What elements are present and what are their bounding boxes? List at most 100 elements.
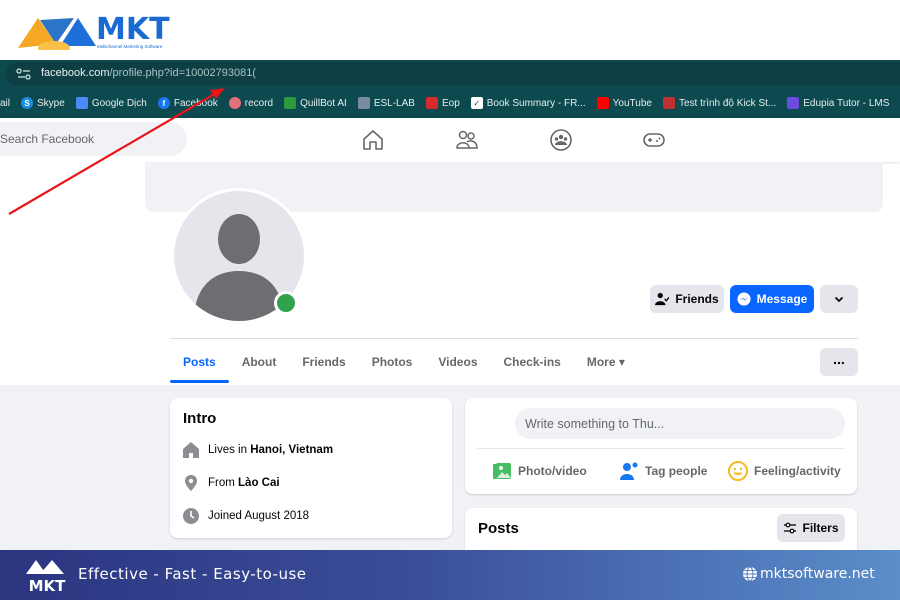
chevron-down-icon bbox=[834, 296, 844, 303]
posts-title: Posts bbox=[478, 520, 519, 537]
photo-video-label: Photo/video bbox=[518, 464, 587, 478]
write-post-input[interactable]: Write something to Thu... bbox=[515, 408, 845, 439]
bookmark-label: Book Summary - FR... bbox=[486, 97, 586, 109]
tab-photos[interactable]: Photos bbox=[359, 342, 426, 382]
bookmark-item[interactable]: ✓ Book Summary - FR... bbox=[470, 97, 586, 109]
record-icon bbox=[228, 97, 241, 109]
url-path: /profile.php?id=10002793081( bbox=[109, 67, 256, 79]
bookmark-item[interactable]: YouTube bbox=[596, 97, 652, 109]
home-filled-icon bbox=[183, 442, 199, 458]
site-settings-icon[interactable] bbox=[14, 67, 34, 81]
groups-icon[interactable] bbox=[549, 128, 573, 152]
bookmark-label: record bbox=[244, 97, 274, 109]
bookmark-item[interactable]: S Skype bbox=[21, 97, 65, 109]
youtube-icon bbox=[596, 97, 609, 109]
intro-from: From Lào Cai bbox=[182, 474, 280, 492]
bookmark-item[interactable]: ail bbox=[0, 98, 10, 109]
intro-card: Intro Lives in Hanoi, Vietnam From Lào C… bbox=[170, 398, 452, 538]
bookmark-label: Test trình độ Kick St... bbox=[678, 97, 777, 109]
tag-people-icon bbox=[620, 462, 638, 480]
logo-text: MKT bbox=[96, 12, 170, 47]
profile-tabs: Posts About Friends Photos Videos Check-… bbox=[170, 342, 638, 383]
footer-website[interactable]: mktsoftware.net bbox=[742, 566, 875, 582]
photo-video-button[interactable]: Photo/video bbox=[492, 461, 587, 481]
esl-lab-icon bbox=[357, 97, 370, 109]
bookmark-label: Facebook bbox=[173, 97, 218, 109]
skype-icon: S bbox=[21, 97, 34, 109]
checkbox-icon: ✓ bbox=[470, 97, 483, 109]
from-value[interactable]: Lào Cai bbox=[238, 477, 280, 489]
bookmark-label: ESL-LAB bbox=[373, 97, 415, 109]
location-pin-icon bbox=[185, 475, 197, 491]
lives-value[interactable]: Hanoi, Vietnam bbox=[250, 444, 333, 456]
feeling-activity-button[interactable]: Feeling/activity bbox=[728, 461, 841, 481]
bookmark-item[interactable]: Eop bbox=[425, 97, 460, 109]
edupia-icon bbox=[787, 97, 800, 109]
url-text[interactable]: facebook.com/profile.php?id=10002793081( bbox=[41, 67, 256, 79]
feeling-activity-label: Feeling/activity bbox=[754, 464, 841, 478]
messenger-icon bbox=[737, 292, 751, 306]
quillbot-icon bbox=[284, 97, 297, 109]
url-host: facebook.com bbox=[41, 67, 110, 79]
profile-divider bbox=[170, 338, 858, 339]
photo-video-icon bbox=[493, 463, 511, 479]
bookmark-item[interactable]: Test trình độ Kick St... bbox=[662, 97, 777, 109]
lives-prefix: Lives in bbox=[208, 444, 251, 456]
bookmark-label: Google Dịch bbox=[91, 97, 147, 109]
tab-friends[interactable]: Friends bbox=[289, 342, 358, 382]
google-translate-icon bbox=[75, 97, 88, 109]
post-composer: Write something to Thu... Photo/video Ta… bbox=[465, 398, 857, 494]
mkt-logo-icon bbox=[18, 18, 96, 50]
tag-people-button[interactable]: Tag people bbox=[619, 461, 707, 481]
intro-lives-in: Lives in Hanoi, Vietnam bbox=[182, 441, 333, 459]
tab-check-ins[interactable]: Check-ins bbox=[491, 342, 574, 382]
more-options-button[interactable]: ... bbox=[820, 348, 858, 376]
filters-icon bbox=[784, 522, 797, 534]
logo-subtitle: Multichannel Marketing Software bbox=[97, 44, 163, 49]
clock-icon bbox=[183, 508, 199, 524]
facebook-icon: f bbox=[157, 97, 170, 109]
posts-section: Posts Filters bbox=[465, 508, 857, 550]
friends-button-label: Friends bbox=[675, 292, 719, 306]
joined-text: Joined August 2018 bbox=[208, 510, 310, 522]
friends-icon[interactable] bbox=[455, 128, 479, 152]
filters-label: Filters bbox=[802, 521, 839, 535]
bookmark-item[interactable]: f Facebook bbox=[157, 97, 218, 109]
tab-more[interactable]: More ▾ bbox=[574, 342, 638, 382]
bookmark-label: YouTube bbox=[612, 97, 652, 109]
intro-joined: Joined August 2018 bbox=[182, 507, 309, 525]
footer-website-text: mktsoftware.net bbox=[760, 566, 875, 582]
bookmark-item[interactable]: Edupia Tutor - LMS bbox=[787, 97, 889, 109]
tab-videos[interactable]: Videos bbox=[425, 342, 490, 382]
bookmark-item[interactable]: record bbox=[228, 97, 274, 109]
home-icon[interactable] bbox=[361, 128, 385, 152]
bookmark-label: QuillBot AI bbox=[300, 97, 347, 109]
composer-divider bbox=[477, 448, 845, 449]
tab-about[interactable]: About bbox=[229, 342, 290, 382]
friend-check-icon bbox=[655, 292, 670, 306]
footer-logo-text: MKT bbox=[29, 577, 67, 595]
search-facebook-input[interactable]: Search Facebook bbox=[0, 122, 187, 156]
tab-posts[interactable]: Posts bbox=[170, 342, 229, 383]
online-status-dot bbox=[274, 291, 298, 315]
gaming-icon[interactable] bbox=[642, 128, 666, 152]
friends-button[interactable]: Friends bbox=[650, 285, 724, 313]
mkt-footer-logo-icon: MKT bbox=[26, 560, 67, 595]
feeling-icon bbox=[728, 461, 748, 481]
bookmark-item[interactable]: Google Dịch bbox=[75, 97, 147, 109]
profile-options-dropdown[interactable] bbox=[820, 285, 858, 313]
bookmark-item[interactable]: ESL-LAB bbox=[357, 97, 415, 109]
globe-icon bbox=[743, 566, 757, 582]
intro-title: Intro bbox=[183, 410, 217, 427]
bookmarks-bar: ail S Skype Google Dịch f Facebook record Quill… bbox=[0, 88, 900, 118]
bookmark-label: ail bbox=[0, 97, 11, 109]
bookmark-label: Eop bbox=[441, 97, 460, 109]
ellipsis-icon: ... bbox=[833, 351, 845, 367]
bookmark-label: Edupia Tutor - LMS bbox=[803, 97, 890, 109]
filters-button[interactable]: Filters bbox=[777, 514, 845, 542]
message-button-label: Message bbox=[756, 292, 808, 306]
message-button[interactable]: Message bbox=[730, 285, 814, 313]
footer-slogan: Effective - Fast - Easy-to-use bbox=[78, 565, 307, 583]
bookmark-item[interactable]: QuillBot AI bbox=[284, 97, 347, 109]
eop-icon bbox=[425, 97, 438, 109]
